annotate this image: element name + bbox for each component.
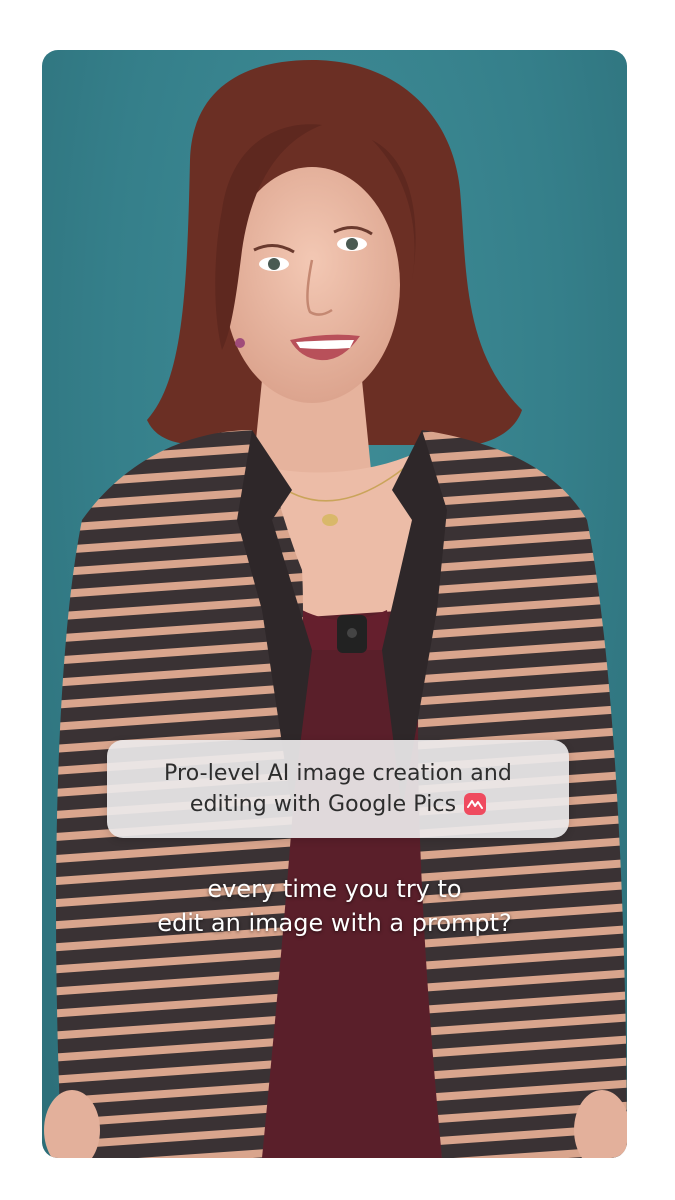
video-subtitle: every time you try to edit an image with… [42,872,627,940]
caption-line-2-text: editing with Google Pics [189,792,457,817]
caption-line-1: Pro-level AI image creation and [164,761,512,786]
google-pics-icon [464,793,487,815]
subtitle-line-1: every time you try to [207,875,462,903]
caption-line-2: editing with Google Pics [189,789,487,820]
caption-card: Pro-level AI image creation and editing … [107,740,569,838]
subtitle-line-2: edit an image with a prompt? [157,909,512,937]
video-frame[interactable]: Pro-level AI image creation and editing … [42,50,627,1158]
video-still-woman-speaking [44,60,627,1158]
